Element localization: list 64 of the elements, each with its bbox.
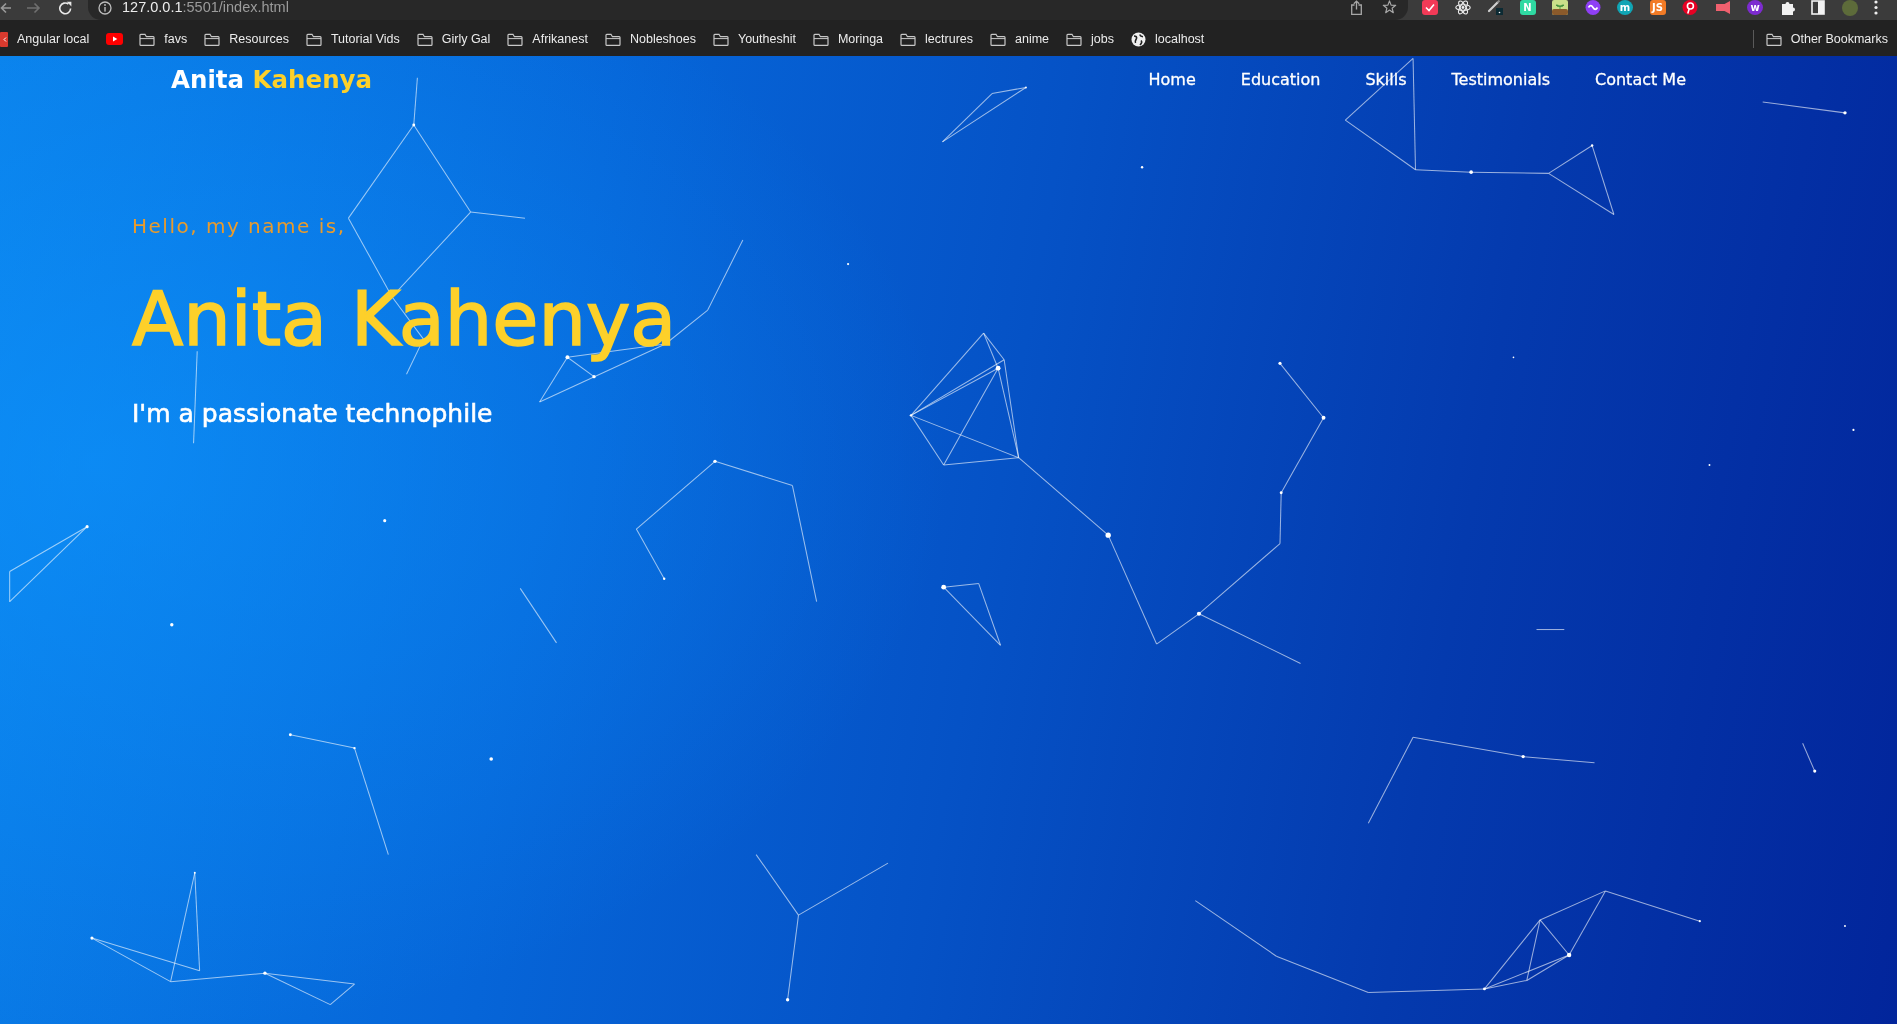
plant-icon[interactable] — [1552, 0, 1568, 15]
info-icon[interactable] — [98, 1, 112, 15]
greeting-text: Hello, my name is, — [132, 214, 346, 238]
address-bar[interactable]: 127.0.0.1:5501/index.html — [88, 0, 1408, 20]
folder-icon — [990, 32, 1006, 46]
loop-icon[interactable] — [1584, 0, 1601, 15]
play-icon[interactable] — [106, 33, 124, 45]
particle-dot-icon — [1140, 166, 1144, 169]
folder-icon — [900, 32, 917, 46]
particle-dot-icon — [1852, 428, 1855, 431]
bookmark-link[interactable]: localhost — [1131, 31, 1205, 47]
reload-icon[interactable] — [58, 0, 73, 15]
puzzle-icon[interactable] — [1779, 0, 1795, 15]
folder-icon — [1765, 32, 1782, 46]
particle-dot-icon — [847, 263, 850, 266]
tagline-text: I'm a passionate technophile — [132, 399, 493, 429]
sidebar-icon[interactable] — [1811, 0, 1825, 15]
site-logo[interactable]: Anita Kahenya — [171, 64, 373, 94]
bookmark-folder[interactable]: anime — [990, 31, 1050, 47]
bookmark-folder[interactable]: Resources — [204, 31, 289, 47]
nav-link[interactable]: Contact Me — [1595, 69, 1686, 89]
folder-icon — [712, 32, 729, 46]
bookmark-folder[interactable]: lectrures — [900, 31, 973, 47]
bookmark-folder[interactable]: Nobleshoes — [604, 31, 696, 47]
folder-icon — [1066, 32, 1083, 46]
folder-icon — [139, 32, 156, 46]
pin-icon[interactable] — [1682, 0, 1698, 15]
folder-icon — [204, 32, 221, 46]
bookmark-link[interactable]: Angular local — [0, 31, 90, 47]
globe-icon — [1131, 31, 1146, 47]
particle-dot-icon — [1512, 356, 1515, 359]
bookmark-folder[interactable]: favs — [139, 31, 188, 47]
share-icon[interactable] — [1350, 0, 1363, 15]
extension-button[interactable]: w — [1747, 0, 1763, 15]
nav-link[interactable]: Education — [1240, 69, 1321, 89]
bookmark-folder[interactable]: Afrikanest — [507, 31, 588, 47]
video-camera-icon[interactable] — [1714, 0, 1731, 15]
particle-dot-icon — [383, 519, 387, 523]
menu-icon[interactable] — [1874, 0, 1878, 15]
particle-dot-icon — [489, 757, 493, 761]
constellation-drawing — [1802, 742, 1817, 773]
bookmark-folder[interactable]: Youtheshit — [712, 31, 796, 47]
folder-icon — [604, 32, 621, 46]
nav-link[interactable]: Testimonials — [1451, 69, 1550, 89]
atom-icon[interactable] — [1454, 0, 1471, 15]
bookmark-folder[interactable]: Tutorial Vids — [305, 31, 400, 47]
back-arrow-icon[interactable] — [0, 0, 11, 15]
pen-icon[interactable] — [1487, 0, 1503, 15]
bookmark-folder[interactable]: Other Bookmarks — [1765, 31, 1888, 47]
nav-link[interactable]: Home — [1148, 69, 1196, 89]
bookmark-folder[interactable]: Girly Gal — [416, 31, 491, 47]
star-icon[interactable] — [1382, 0, 1397, 14]
url-text: 127.0.0.1:5501/index.html — [122, 0, 289, 15]
bookmark-folder[interactable]: jobs — [1066, 31, 1114, 47]
folder-icon — [305, 32, 322, 46]
app-tile-icon — [0, 31, 8, 47]
nav-link[interactable]: Skills — [1365, 69, 1407, 89]
particle-dot-icon — [170, 623, 174, 627]
folder-icon — [507, 32, 524, 46]
check-tile-icon[interactable] — [1422, 0, 1438, 15]
bookmark-folder[interactable]: Moringa — [812, 31, 884, 47]
name-heading: Anita Kahenya — [132, 274, 677, 364]
folder-icon — [812, 32, 829, 46]
folder-icon — [416, 32, 433, 46]
